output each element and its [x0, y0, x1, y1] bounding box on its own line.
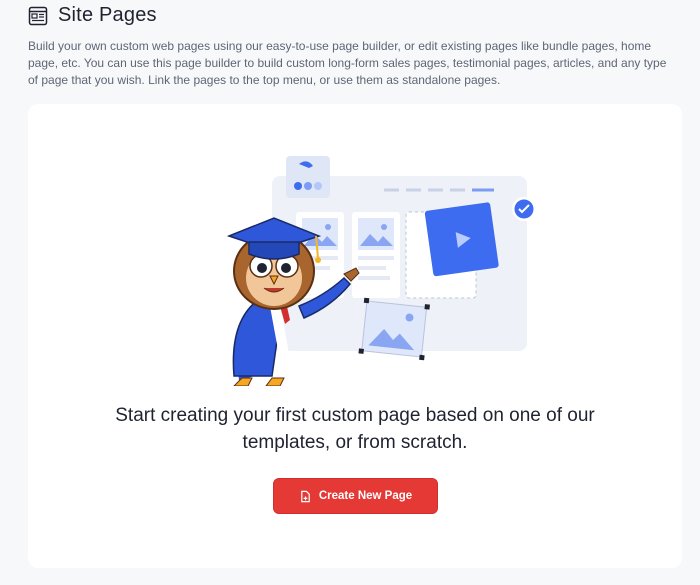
create-new-page-button[interactable]: Create New Page: [273, 478, 438, 514]
browser-window-icon: [28, 6, 48, 26]
page-description: Build your own custom web pages using ou…: [28, 39, 667, 87]
empty-state-headline: Start creating your first custom page ba…: [115, 405, 595, 453]
owl-page-builder-illustration: [226, 156, 534, 386]
empty-state-card: Start creating your first custom page ba…: [28, 104, 682, 568]
new-page-icon: [301, 490, 310, 502]
page-title: Site Pages: [58, 4, 157, 26]
create-new-page-label: Create New Page: [318, 490, 413, 502]
page-header: Site Pages: [28, 4, 157, 27]
